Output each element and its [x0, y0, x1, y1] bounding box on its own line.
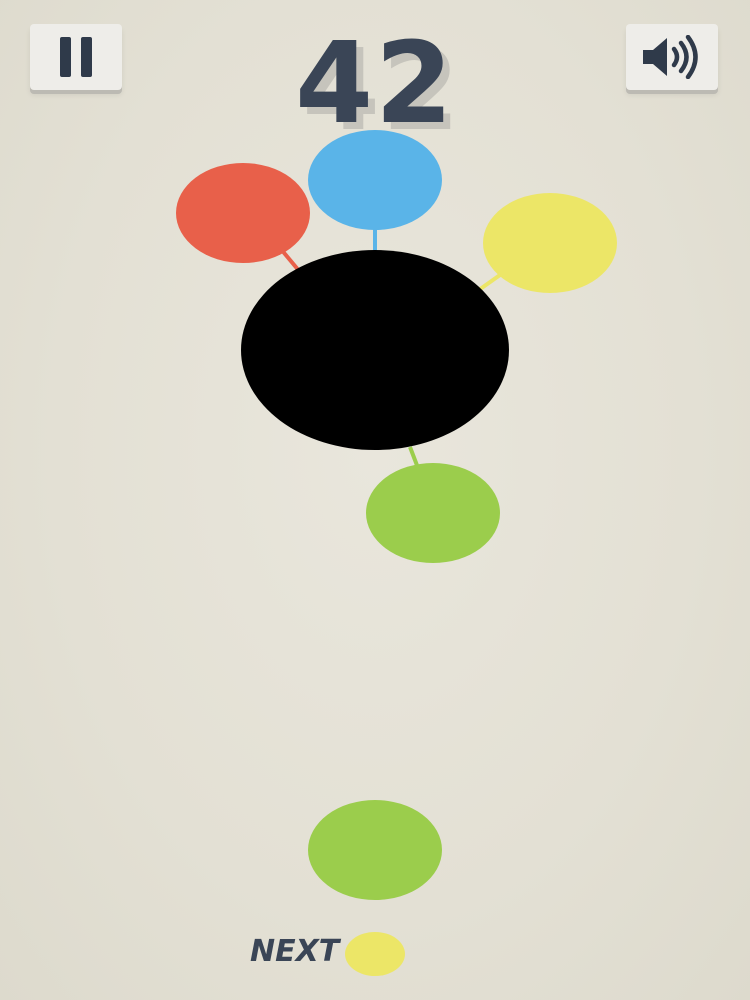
green-ball	[366, 463, 500, 563]
next-label: NEXT	[250, 934, 340, 969]
current-ball[interactable]	[308, 800, 442, 900]
red-ball	[176, 163, 310, 263]
game-board[interactable]	[0, 0, 750, 1000]
yellow-ball	[483, 193, 617, 293]
next-ball-preview	[345, 932, 405, 976]
core-circle	[241, 250, 509, 450]
score: 42	[295, 19, 455, 149]
